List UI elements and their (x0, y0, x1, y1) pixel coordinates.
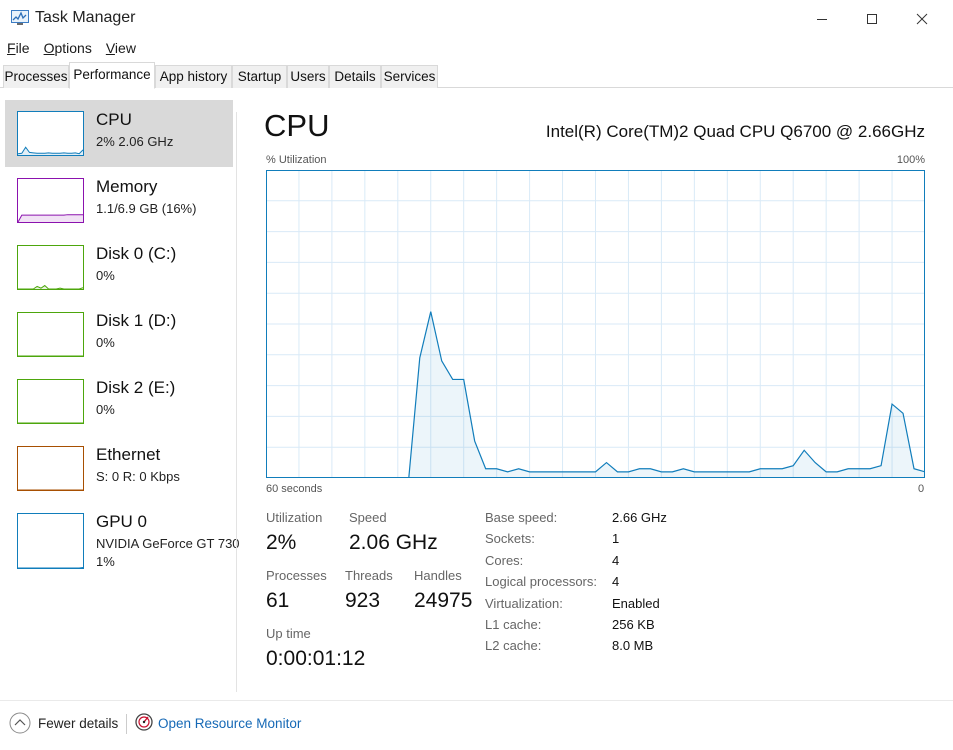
uptime-label: Up time (266, 626, 311, 641)
menu-options[interactable]: Options (37, 38, 99, 60)
speed-label: Speed (349, 510, 387, 525)
thumbnail-frame (17, 446, 84, 491)
x-axis-left-label: 60 seconds (266, 483, 323, 495)
sidebar-item-detail-2: 1% (96, 554, 115, 569)
threads-value: 923 (345, 589, 381, 612)
spec-label: Sockets: (485, 531, 535, 546)
spec-value: 4 (612, 553, 620, 568)
sidebar-item-disk-1[interactable]: Disk 1 (D:) 0% (5, 301, 233, 368)
utilization-value: 2% (266, 531, 297, 554)
open-resource-monitor-link[interactable]: Open Resource Monitor (158, 716, 301, 731)
sidebar-item-label: Disk 2 (E:) (96, 378, 176, 397)
sidebar-item-detail: 0% (96, 402, 115, 417)
sidebar-item-disk-2[interactable]: Disk 2 (E:) 0% (5, 368, 233, 435)
close-icon (916, 13, 928, 25)
spec-value: Enabled (612, 596, 660, 611)
spec-label: Logical processors: (485, 574, 597, 589)
thumbnail-frame (17, 513, 84, 569)
speed-value: 2.06 GHz (349, 531, 438, 554)
ethernet-thumbnail-graph (17, 446, 84, 491)
tab-app-history[interactable]: App history (155, 65, 232, 88)
sidebar-item-detail: 1.1/6.9 GB (16%) (96, 201, 197, 216)
sidebar-item-detail: 0% (96, 335, 115, 350)
tab-strip: Processes Performance App history Startu… (0, 62, 953, 89)
x-axis-right-label: 0 (918, 483, 925, 495)
memory-thumbnail-graph (17, 178, 84, 223)
sidebar-item-label: GPU 0 (96, 512, 148, 531)
thumbnail-frame (17, 245, 84, 290)
task-manager-icon (11, 10, 29, 25)
menu-bar: File Options View (0, 38, 953, 60)
thumbnail-frame (17, 312, 84, 357)
spec-value: 1 (612, 531, 620, 546)
footer-bar: Fewer details Open Resource Monitor (0, 700, 953, 750)
gpu-0-thumbnail-graph (17, 513, 84, 569)
menu-view[interactable]: View (99, 38, 143, 60)
footer-divider (126, 714, 127, 734)
tab-services[interactable]: Services (381, 65, 438, 88)
page-title: CPU (264, 108, 330, 143)
sidebar-item-disk-0[interactable]: Disk 0 (C:) 0% (5, 234, 233, 301)
window-title: Task Manager (35, 9, 136, 26)
sidebar-item-ethernet[interactable]: Ethernet S: 0 R: 0 Kbps (5, 435, 233, 502)
sidebar-item-detail: 0% (96, 268, 115, 283)
uptime-value: 0:00:01:12 (266, 647, 366, 670)
spec-value: 8.0 MB (612, 638, 654, 653)
chevron-up-circle-icon[interactable] (9, 712, 31, 734)
tab-performance[interactable]: Performance (69, 62, 155, 89)
title-bar: Task Manager (0, 0, 953, 38)
threads-label: Threads (345, 568, 393, 583)
spec-label: Cores: (485, 553, 524, 568)
sidebar-item-detail: 2% 2.06 GHz (96, 134, 174, 149)
spec-value: 4 (612, 574, 620, 589)
resource-monitor-icon[interactable] (135, 712, 153, 732)
sidebar-item-memory[interactable]: Memory 1.1/6.9 GB (16%) (5, 167, 233, 234)
spec-label: L1 cache: (485, 617, 542, 632)
y-axis-max-label: 100% (896, 154, 925, 166)
thumbnail-area (18, 214, 83, 222)
sidebar-item-label: Disk 1 (D:) (96, 311, 177, 330)
cpu-utilization-graph (266, 170, 925, 478)
handles-value: 24975 (414, 589, 473, 612)
menu-file[interactable]: File (0, 38, 37, 60)
maximize-icon (867, 14, 877, 24)
processes-label: Processes (266, 568, 327, 583)
tab-users[interactable]: Users (287, 65, 329, 88)
cpu-model-name: Intel(R) Core(TM)2 Quad CPU Q6700 @ 2.66… (545, 122, 925, 141)
thumbnail-frame (17, 379, 84, 424)
processes-value: 61 (266, 589, 290, 612)
disk-0-thumbnail-graph (17, 245, 84, 290)
spec-label: Virtualization: (485, 596, 563, 611)
spec-value: 2.66 GHz (612, 510, 667, 525)
sidebar-item-gpu-0[interactable]: GPU 0 NVIDIA GeForce GT 730 1% (5, 502, 240, 582)
spec-label: Base speed: (485, 510, 558, 525)
minimize-button[interactable] (799, 0, 845, 38)
sidebar-item-label: Disk 0 (C:) (96, 244, 177, 263)
disk-2-thumbnail-graph (17, 379, 84, 424)
disk-1-thumbnail-graph (17, 312, 84, 357)
sidebar-item-label: CPU (96, 110, 132, 129)
spec-label: L2 cache: (485, 638, 542, 653)
sidebar-item-label: Memory (96, 177, 158, 196)
utilization-label: Utilization (266, 510, 323, 525)
resource-sidebar: CPU 2% 2.06 GHz Memory 1.1/6.9 GB (16%) … (0, 100, 240, 690)
sidebar-divider (236, 112, 237, 692)
cpu-thumbnail-graph (17, 111, 84, 156)
close-button[interactable] (899, 0, 945, 38)
maximize-button[interactable] (849, 0, 895, 38)
tab-startup[interactable]: Startup (232, 65, 287, 88)
y-axis-label: % Utilization (266, 154, 327, 166)
sidebar-item-label: Ethernet (96, 445, 161, 464)
handles-label: Handles (414, 568, 462, 583)
tab-processes[interactable]: Processes (3, 65, 69, 88)
sidebar-item-detail: NVIDIA GeForce GT 730 (96, 536, 240, 551)
sidebar-item-detail: S: 0 R: 0 Kbps (96, 469, 180, 484)
fewer-details-button[interactable]: Fewer details (38, 716, 118, 731)
thumbnail-line (18, 566, 84, 569)
spec-value: 256 KB (612, 617, 655, 632)
minimize-icon (817, 19, 827, 20)
sidebar-item-cpu[interactable]: CPU 2% 2.06 GHz (5, 100, 233, 167)
tab-details[interactable]: Details (329, 65, 381, 88)
